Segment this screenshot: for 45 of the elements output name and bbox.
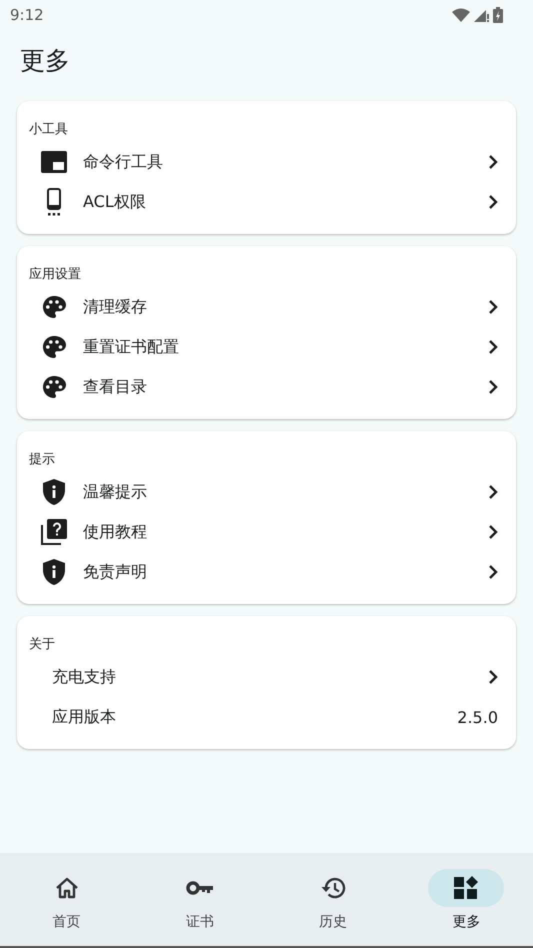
settings-item[interactable]: 温馨提示 bbox=[17, 472, 516, 512]
chevron-right-icon bbox=[488, 565, 498, 579]
palette-icon bbox=[42, 295, 66, 319]
settings-item[interactable]: 命令行工具 bbox=[17, 142, 516, 182]
chevron-right-icon bbox=[488, 300, 498, 314]
settings-item[interactable]: 免责声明 bbox=[17, 552, 516, 592]
wifi-icon bbox=[452, 8, 470, 22]
help-book-icon bbox=[41, 519, 67, 545]
widgets-icon bbox=[454, 876, 478, 900]
signal-icon bbox=[474, 8, 489, 22]
nav-tab[interactable]: 证书 bbox=[133, 853, 266, 946]
chevron-right-icon bbox=[488, 485, 498, 499]
chevron-right-icon bbox=[488, 525, 498, 539]
history-icon bbox=[320, 876, 346, 900]
battery-icon bbox=[493, 7, 503, 23]
section-header: 应用设置 bbox=[29, 266, 82, 283]
settings-item[interactable]: 重置证书配置 bbox=[17, 327, 516, 367]
chevron-right-icon bbox=[488, 155, 498, 169]
palette-icon bbox=[42, 375, 66, 399]
key-icon bbox=[186, 880, 214, 896]
settings-item[interactable]: 应用版本 2.5.0 bbox=[17, 697, 516, 737]
nav-tab[interactable]: 更多 bbox=[400, 853, 533, 946]
chevron-right-icon bbox=[488, 340, 498, 354]
page-title: 更多 bbox=[20, 45, 71, 77]
settings-item[interactable]: 查看目录 bbox=[17, 367, 516, 407]
phone-icon bbox=[47, 188, 61, 216]
section-header: 小工具 bbox=[29, 121, 69, 138]
chevron-right-icon bbox=[488, 195, 498, 209]
settings-item[interactable]: 使用教程 bbox=[17, 512, 516, 552]
window-icon bbox=[41, 151, 67, 173]
palette-icon bbox=[42, 335, 66, 359]
chevron-right-icon bbox=[488, 670, 498, 684]
version-value: 2.5.0 bbox=[457, 708, 498, 726]
shield-info-icon bbox=[43, 479, 65, 505]
settings-item[interactable]: 清理缓存 bbox=[17, 287, 516, 327]
section-header: 关于 bbox=[29, 636, 56, 653]
settings-item[interactable]: ACL权限 bbox=[17, 182, 516, 222]
home-icon bbox=[54, 877, 79, 899]
settings-item[interactable]: 充电支持 bbox=[17, 657, 516, 697]
nav-tab[interactable]: 首页 bbox=[0, 853, 134, 946]
chevron-right-icon bbox=[488, 380, 498, 394]
status-time: 9:12 bbox=[10, 6, 44, 24]
nav-tab[interactable]: 历史 bbox=[266, 853, 400, 946]
shield-info-icon bbox=[43, 559, 65, 585]
section-header: 提示 bbox=[29, 451, 56, 468]
